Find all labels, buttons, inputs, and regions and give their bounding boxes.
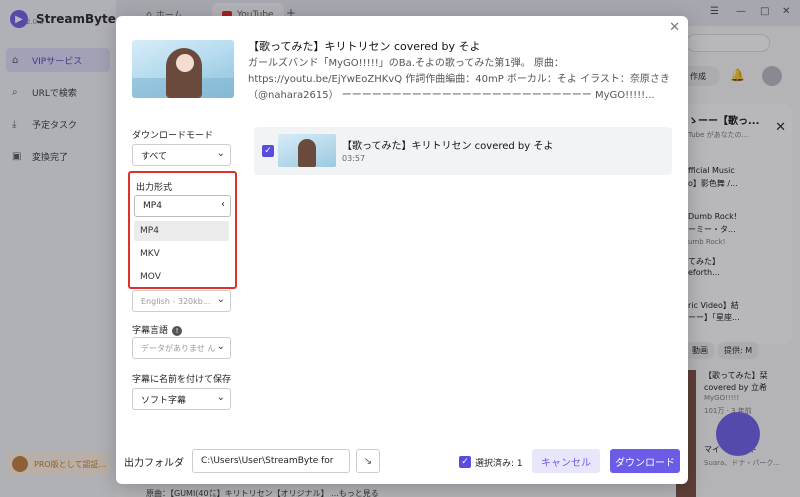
select-value: ソフト字幕	[141, 395, 187, 406]
subtitle-save-select[interactable]: ソフト字幕 ⌄	[132, 388, 231, 410]
cancel-button[interactable]: キャンセル	[532, 449, 600, 473]
chevron-down-icon: ⌄	[216, 294, 225, 305]
info-icon[interactable]: !	[172, 325, 183, 336]
select-value: English - 320kb...	[141, 296, 211, 306]
video-duration: 03:57	[342, 154, 366, 163]
download-dialog: ✕ 【歌ってみた】キリトリセン covered by そよ ガールズバンド「My…	[116, 16, 688, 484]
chevron-down-icon: ⌄	[216, 392, 225, 403]
output-folder-input[interactable]: C:\Users\User\StreamByte for	[192, 449, 350, 473]
output-format-label: 出力形式	[136, 183, 173, 193]
video-description: ガールズバンド「MyGO!!!!!」のBa.そよの歌ってみた第1弾。 原曲： h…	[248, 56, 676, 104]
subtitle-language-label-text: 字幕言語	[132, 326, 169, 336]
video-list-item[interactable]: ✓ 【歌ってみた】キリトリセン covered by そよ 03:57	[254, 127, 672, 175]
description-line: ガールズバンド「MyGO!!!!!」のBa.そよの歌ってみた第1弾。 原曲：	[248, 58, 564, 69]
format-option-mov[interactable]: MOV	[134, 267, 229, 287]
chevron-down-icon: ⌄	[216, 148, 225, 159]
select-value: データがありませ ん	[141, 343, 216, 353]
format-option-mp4[interactable]: MP4	[134, 221, 229, 241]
output-format-highlight: 出力形式 MP4 ‹ MP4 MKV MOV	[128, 171, 237, 289]
download-mode-label: ダウンロードモード	[132, 131, 214, 141]
description-line: https://youtu.be/EjYwEoZHKvQ 作詞作曲編曲：40mP…	[248, 74, 670, 85]
download-mode-select[interactable]: すべて ⌄	[132, 144, 231, 166]
video-item-title: 【歌ってみた】キリトリセン covered by そよ	[342, 141, 554, 152]
thumbnail-face	[176, 54, 194, 72]
audio-quality-select[interactable]: English - 320kb... ⌄	[132, 290, 231, 312]
chevron-left-icon: ‹	[221, 199, 225, 210]
folder-icon: ↘	[363, 455, 373, 467]
subtitle-language-label: 字幕言語!	[132, 323, 183, 336]
video-thumbnail	[132, 40, 234, 98]
output-format-select[interactable]: MP4 ‹	[134, 195, 231, 217]
output-folder-label: 出力フォルダ	[124, 458, 184, 469]
video-title: 【歌ってみた】キリトリセン covered by そよ	[248, 40, 481, 53]
format-option-mkv[interactable]: MKV	[134, 244, 229, 264]
browse-folder-button[interactable]: ↘	[356, 449, 380, 473]
subtitle-save-label: 字幕に名前を付けて保存	[132, 375, 232, 385]
select-value: すべて	[141, 151, 168, 162]
download-button[interactable]: ダウンロード	[610, 449, 680, 473]
video-checkbox[interactable]: ✓	[262, 145, 274, 157]
chevron-down-icon: ⌄	[216, 341, 225, 352]
select-value: MP4	[143, 201, 162, 211]
subtitle-language-select[interactable]: データがありませ ん ⌄	[132, 337, 231, 359]
description-line: （@nahara2615） ーーーーーーーーーーーーーーーーーーーーーーーーー …	[248, 90, 655, 101]
selected-count: 選択済み: 1	[475, 459, 523, 469]
video-thumbnail	[278, 134, 336, 167]
select-all-checkbox[interactable]: ✓	[459, 456, 471, 468]
close-icon[interactable]: ✕	[669, 20, 680, 35]
